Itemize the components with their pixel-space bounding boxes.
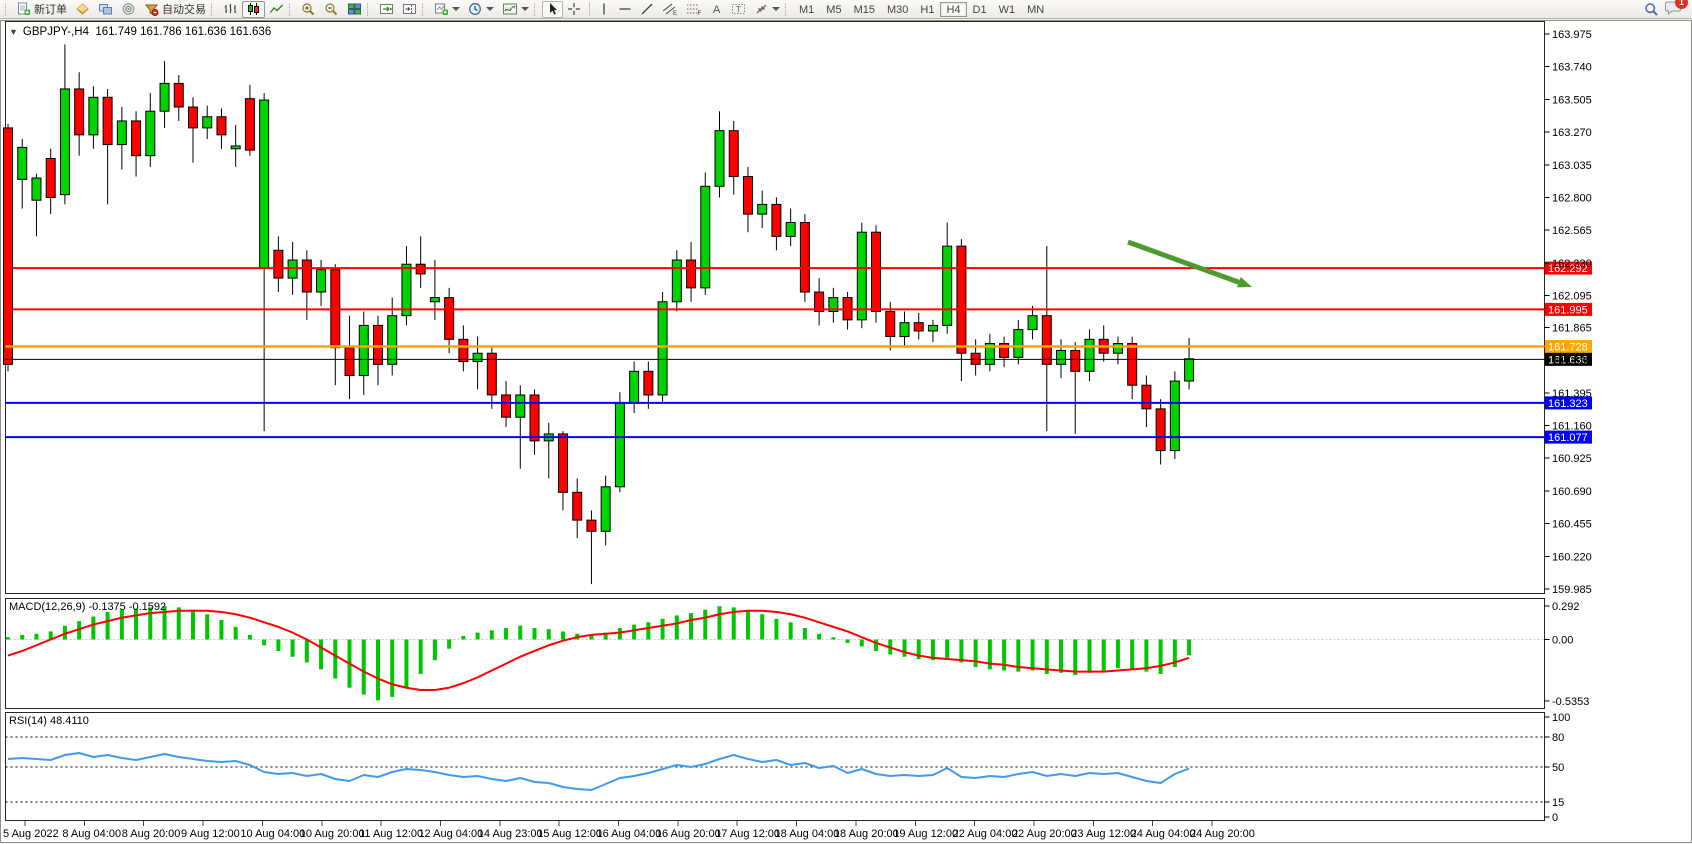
svg-text:162.330: 162.330 <box>1552 258 1592 270</box>
svg-text:0.292: 0.292 <box>1552 601 1580 613</box>
svg-text:17 Aug 12:00: 17 Aug 12:00 <box>715 828 780 840</box>
svg-text:18 Aug 04:00: 18 Aug 04:00 <box>775 828 840 840</box>
panel-frames <box>6 22 1545 821</box>
svg-text:160.455: 160.455 <box>1552 519 1592 531</box>
svg-text:10 Aug 04:00: 10 Aug 04:00 <box>240 828 305 840</box>
svg-text:11 Aug 12:00: 11 Aug 12:00 <box>359 828 423 840</box>
svg-text:161.865: 161.865 <box>1552 322 1592 334</box>
svg-text:24 Aug 04:00: 24 Aug 04:00 <box>1131 828 1196 840</box>
svg-text:162.800: 162.800 <box>1552 192 1592 204</box>
svg-text:23 Aug 12:00: 23 Aug 12:00 <box>1071 828 1136 840</box>
chart-canvas[interactable]: 162.292161.995161.728161.636161.323161.0… <box>0 1 1692 844</box>
chart-symbol-period: GBPJPY-,H4 <box>23 26 89 38</box>
svg-text:160.220: 160.220 <box>1552 551 1592 563</box>
chart-ohlc-values: 161.749 161.786 161.636 161.636 <box>95 26 271 38</box>
svg-text:159.985: 159.985 <box>1552 584 1592 596</box>
chart-window[interactable]: ▼ GBPJPY-,H4 161.749 161.786 161.636 161.… <box>0 20 1692 843</box>
svg-text:163.035: 163.035 <box>1552 160 1592 172</box>
svg-text:12 Aug 04:00: 12 Aug 04:00 <box>418 828 483 840</box>
svg-text:-0.5353: -0.5353 <box>1552 696 1589 708</box>
svg-text:14 Aug 23:00: 14 Aug 23:00 <box>478 828 543 840</box>
svg-text:0: 0 <box>1552 812 1558 824</box>
svg-text:100: 100 <box>1552 712 1570 724</box>
svg-text:10 Aug 20:00: 10 Aug 20:00 <box>300 828 365 840</box>
svg-text:161.630: 161.630 <box>1552 355 1592 367</box>
chart-title: ▼ GBPJPY-,H4 161.749 161.786 161.636 161.… <box>9 26 271 38</box>
svg-text:163.740: 163.740 <box>1552 62 1592 74</box>
svg-text:19 Aug 12:00: 19 Aug 12:00 <box>893 828 958 840</box>
svg-text:162.095: 162.095 <box>1552 291 1592 303</box>
svg-text:161.728: 161.728 <box>1548 342 1588 354</box>
svg-text:22 Aug 20:00: 22 Aug 20:00 <box>1012 828 1077 840</box>
svg-text:15: 15 <box>1552 797 1564 809</box>
svg-text:18 Aug 20:00: 18 Aug 20:00 <box>834 828 899 840</box>
svg-text:80: 80 <box>1552 732 1564 744</box>
svg-text:161.995: 161.995 <box>1548 304 1588 316</box>
svg-text:160.925: 160.925 <box>1552 453 1592 465</box>
time-axis[interactable]: 5 Aug 20228 Aug 04:008 Aug 20:009 Aug 12… <box>3 821 1255 840</box>
svg-text:160.690: 160.690 <box>1552 486 1592 498</box>
svg-text:8 Aug 20:00: 8 Aug 20:00 <box>122 828 181 840</box>
svg-text:163.505: 163.505 <box>1552 94 1592 106</box>
macd-indicator-label[interactable]: MACD(12,26,9) -0.1375 -0.1592 <box>9 601 166 613</box>
svg-text:163.270: 163.270 <box>1552 127 1592 139</box>
svg-text:50: 50 <box>1552 762 1564 774</box>
svg-text:16 Aug 20:00: 16 Aug 20:00 <box>656 828 721 840</box>
rsi-indicator-label[interactable]: RSI(14) 48.4110 <box>9 715 89 727</box>
svg-text:24 Aug 20:00: 24 Aug 20:00 <box>1190 828 1255 840</box>
svg-text:161.077: 161.077 <box>1548 432 1588 444</box>
svg-text:161.160: 161.160 <box>1552 421 1592 433</box>
collapse-triangle-icon[interactable]: ▼ <box>9 27 18 37</box>
svg-text:163.975: 163.975 <box>1552 29 1592 41</box>
svg-text:16 Aug 04:00: 16 Aug 04:00 <box>597 828 662 840</box>
svg-text:15 Aug 12:00: 15 Aug 12:00 <box>537 828 602 840</box>
svg-text:8 Aug 04:00: 8 Aug 04:00 <box>62 828 121 840</box>
svg-text:9 Aug 12:00: 9 Aug 12:00 <box>181 828 240 840</box>
svg-text:162.565: 162.565 <box>1552 225 1592 237</box>
svg-text:161.395: 161.395 <box>1552 388 1592 400</box>
price-tags: 162.292161.995161.728161.636161.323161.0… <box>1545 262 1592 445</box>
svg-text:0.00: 0.00 <box>1552 635 1573 647</box>
svg-text:22 Aug 04:00: 22 Aug 04:00 <box>953 828 1018 840</box>
svg-text:5 Aug 2022: 5 Aug 2022 <box>3 828 59 840</box>
